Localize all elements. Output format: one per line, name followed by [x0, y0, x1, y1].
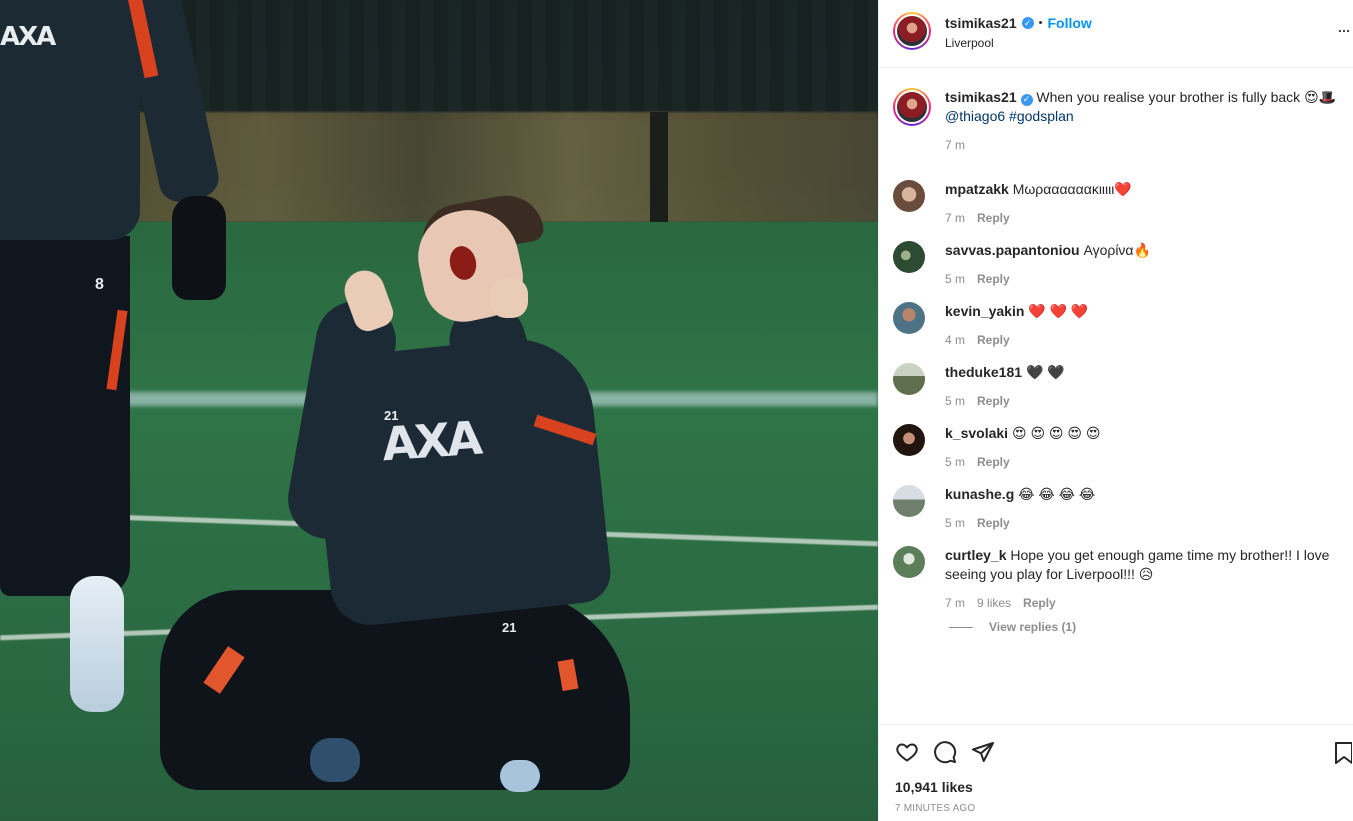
comments-list[interactable]: tsimikas21 ✓ When you realise your broth… [879, 68, 1353, 724]
post-view: AXA 8 AXA 21 21 tsimikas21 ✓ • Follow Li… [0, 0, 1353, 821]
commenter-avatar[interactable] [893, 241, 925, 273]
view-replies-label: View replies (1) [989, 620, 1077, 634]
caption-avatar[interactable] [893, 88, 931, 126]
comment-time: 7 m [945, 596, 966, 610]
comment-time: 5 m [945, 516, 966, 530]
verified-badge-icon: ✓ [1021, 17, 1034, 29]
comment-text: 😂 😂 😂 😂 [1018, 486, 1096, 502]
standing-player-sponsor-logo: AXA [0, 22, 56, 52]
caption-hashtag[interactable]: #godsplan [1009, 108, 1074, 124]
comment-item: curtley_k Hope you get enough game time … [893, 546, 1353, 610]
commenter-username[interactable]: mpatzakk [945, 181, 1009, 197]
commenter-username[interactable]: curtley_k [945, 547, 1006, 563]
separator-dot: • [1038, 17, 1043, 29]
standing-player-number: 8 [95, 276, 104, 293]
comment-item: kunashe.g 😂 😂 😂 😂 5 m Reply [893, 485, 1353, 530]
comment-time: 4 m [945, 333, 966, 347]
commenter-avatar[interactable] [893, 546, 925, 578]
commenter-avatar[interactable] [893, 424, 925, 456]
post-actions: 10,941 likes 7 MINUTES AGO [879, 724, 1353, 814]
comment-item: kevin_yakin ❤️ ❤️ ❤️ 4 m Reply [893, 302, 1353, 347]
comment-item: k_svolaki 😍 😍 😍 😍 😍 5 m Reply [893, 424, 1353, 469]
kneeling-player-number: 21 [384, 408, 399, 423]
reply-button[interactable]: Reply [977, 516, 1010, 530]
reply-button[interactable]: Reply [1023, 596, 1056, 610]
commenter-username[interactable]: kunashe.g [945, 486, 1014, 502]
comment-text: Αγορίνα🔥 [1083, 242, 1151, 258]
caption-username[interactable]: tsimikas21 [945, 89, 1017, 105]
commenter-username[interactable]: theduke181 [945, 364, 1022, 380]
commenter-username[interactable]: kevin_yakin [945, 303, 1024, 319]
comment-item: theduke181 🖤 🖤 5 m Reply [893, 363, 1353, 408]
comment-likes[interactable]: 9 likes [977, 596, 1011, 610]
comment-bubble-icon[interactable] [933, 740, 957, 764]
author-avatar[interactable] [893, 12, 931, 50]
share-paper-plane-icon[interactable] [971, 740, 995, 764]
commenter-username[interactable]: k_svolaki [945, 425, 1008, 441]
comment-text: Μωραααααακιιιιι❤️ [1012, 181, 1132, 197]
comment-time: 5 m [945, 455, 966, 469]
standing-player-glove [172, 196, 226, 300]
like-heart-icon[interactable] [895, 740, 919, 764]
verified-badge-icon: ✓ [1020, 93, 1033, 106]
caption-text: When you realise your brother is fully b… [1036, 89, 1337, 105]
post-header: tsimikas21 ✓ • Follow Liverpool ··· [879, 0, 1353, 68]
kneeling-player-boot [500, 760, 540, 792]
post-location[interactable]: Liverpool [945, 36, 1092, 50]
more-options-icon[interactable]: ··· [1337, 20, 1351, 41]
post-sidebar: tsimikas21 ✓ • Follow Liverpool ··· tsim… [878, 0, 1353, 821]
commenter-avatar[interactable] [893, 302, 925, 334]
comment-text: ❤️ ❤️ ❤️ [1028, 303, 1089, 319]
photo-post [650, 112, 668, 222]
kneeling-player-boot [310, 738, 360, 782]
view-replies-line [949, 626, 973, 628]
kneeling-player-hand [490, 278, 528, 318]
commenter-username[interactable]: savvas.papantoniou [945, 242, 1080, 258]
post-caption: tsimikas21 ✓ When you realise your broth… [893, 88, 1353, 152]
reply-button[interactable]: Reply [977, 455, 1010, 469]
follow-button[interactable]: Follow [1047, 15, 1091, 31]
commenter-avatar[interactable] [893, 363, 925, 395]
author-username[interactable]: tsimikas21 [945, 15, 1017, 31]
comment-time: 5 m [945, 272, 966, 286]
kneeling-player-shorts-number: 21 [502, 620, 517, 635]
comment-item: savvas.papantoniou Αγορίνα🔥 5 m Reply [893, 241, 1353, 286]
comment-text: 🖤 🖤 [1025, 364, 1065, 380]
commenter-avatar[interactable] [893, 180, 925, 212]
save-bookmark-icon[interactable] [1334, 741, 1353, 768]
comment-text: 😍 😍 😍 😍 😍 [1011, 425, 1101, 441]
comment-time: 7 m [945, 211, 966, 225]
commenter-avatar[interactable] [893, 485, 925, 517]
reply-button[interactable]: Reply [977, 333, 1010, 347]
reply-button[interactable]: Reply [977, 211, 1010, 225]
post-timestamp: 7 MINUTES AGO [895, 803, 976, 814]
caption-time: 7 m [945, 138, 966, 152]
comment-time: 5 m [945, 394, 966, 408]
standing-player-boot [70, 576, 124, 712]
standing-player-legs [0, 236, 130, 596]
reply-button[interactable]: Reply [977, 272, 1010, 286]
view-replies-button[interactable]: View replies (1) [949, 620, 1353, 634]
caption-mention[interactable]: @thiago6 [945, 108, 1005, 124]
post-photo[interactable]: AXA 8 AXA 21 21 [0, 0, 878, 821]
reply-button[interactable]: Reply [977, 394, 1010, 408]
likes-count[interactable]: 10,941 likes [895, 779, 1353, 795]
comment-item: mpatzakk Μωραααααακιιιιι❤️ 7 m Reply [893, 180, 1353, 225]
